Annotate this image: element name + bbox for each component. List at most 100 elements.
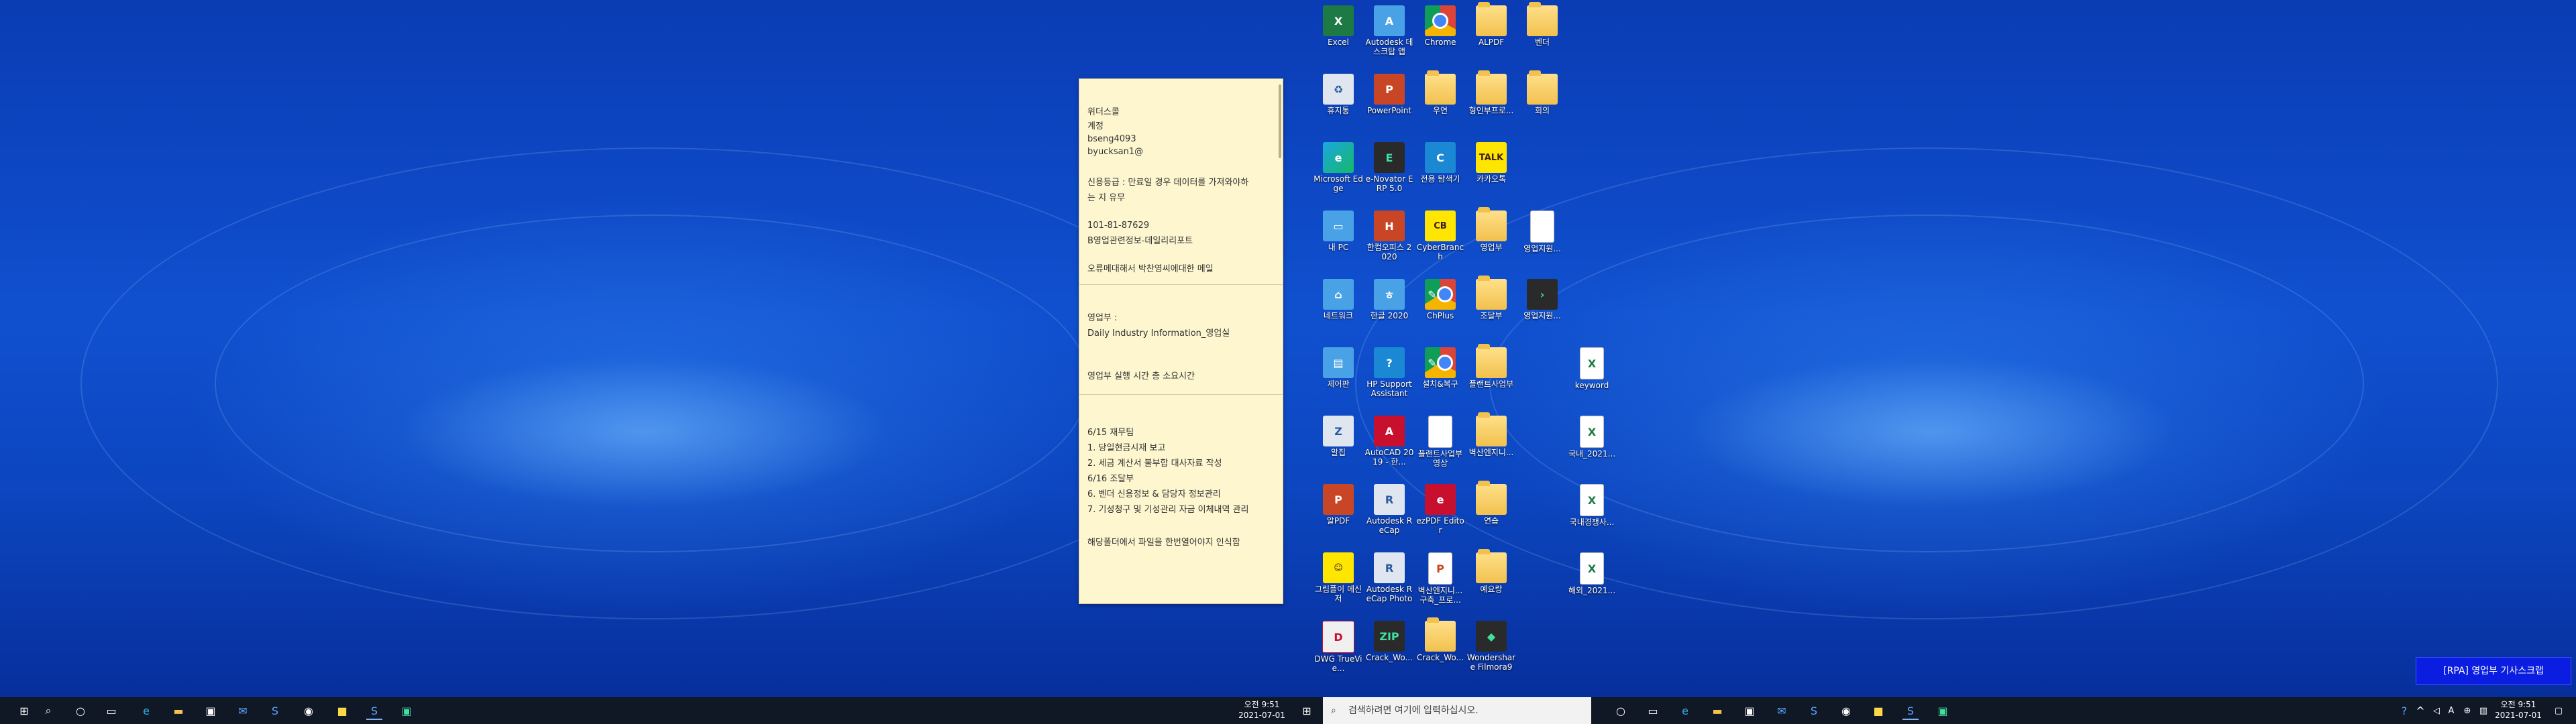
store-icon[interactable]: ▣ bbox=[203, 703, 219, 719]
desktop-icon[interactable]: X Excel bbox=[1313, 5, 1363, 47]
desktop-icon[interactable]: 형인부프로... bbox=[1466, 70, 1516, 115]
task-view-icon[interactable]: ▭ bbox=[1645, 703, 1661, 719]
desktop-icon[interactable]: A AutoCAD 2019 - 한... bbox=[1364, 416, 1414, 467]
network-icon[interactable]: ▥ bbox=[2475, 703, 2491, 719]
edge-icon[interactable]: e bbox=[1677, 703, 1693, 719]
folder-icon bbox=[1476, 549, 1507, 583]
desktop-icon[interactable]: Crack_Wo... bbox=[1415, 617, 1465, 662]
file-explorer-icon[interactable]: ▬ bbox=[170, 703, 186, 719]
search-box[interactable]: ⌕ 검색하려면 여기에 입력하십시오. bbox=[1323, 697, 1591, 724]
desktop-icon[interactable]: 벽산엔지니... bbox=[1466, 412, 1516, 457]
desktop-icon[interactable]: Chrome bbox=[1415, 5, 1465, 47]
store-icon[interactable]: ▣ bbox=[1741, 703, 1758, 719]
desktop-icon[interactable]: D DWG TrueVie... bbox=[1313, 621, 1363, 673]
desktop-icon[interactable]: 우연 bbox=[1415, 70, 1465, 115]
desktop-icon[interactable]: ✎ 설치&복구 bbox=[1415, 347, 1465, 389]
filmora-icon: ◆ bbox=[1476, 621, 1507, 652]
desktop-icon[interactable]: R Autodesk ReCap Photo bbox=[1364, 552, 1414, 603]
icon-glyph: P bbox=[1334, 493, 1342, 506]
app-icon[interactable]: S bbox=[366, 703, 382, 720]
volume-icon[interactable]: ◁ bbox=[2428, 703, 2445, 719]
desktop-icon-label: 국내_2021... bbox=[1568, 449, 1616, 459]
folder-icon bbox=[1425, 617, 1456, 652]
app-icon[interactable]: S bbox=[1806, 703, 1822, 719]
sticky-note[interactable]: 위더스콜 계정 bseng4093 byucksan1@ 신용등급 : 만료일 … bbox=[1079, 78, 1283, 604]
desktop-icon[interactable]: X 해외_2021... bbox=[1567, 552, 1617, 595]
desktop-icon[interactable]: ZIP Crack_Wo... bbox=[1364, 621, 1414, 662]
desktop-icon-label: 내 PC bbox=[1328, 243, 1349, 252]
desktop-icon[interactable]: Z 알집 bbox=[1313, 416, 1363, 457]
desktop-icon[interactable]: P PowerPoint bbox=[1364, 74, 1414, 115]
desktop-icon[interactable]: ▤ 제어판 bbox=[1313, 347, 1363, 389]
desktop-icon[interactable]: ⌂ 네트워크 bbox=[1313, 279, 1363, 320]
desktop-icon[interactable]: A Autodesk 데스크탑 앱 bbox=[1364, 5, 1414, 56]
desktop-icon[interactable]: Xkeyword bbox=[1567, 347, 1617, 390]
desktop-icon[interactable]: ▭ 내 PC bbox=[1313, 210, 1363, 252]
desktop-icon[interactable]: CB CyberBranch bbox=[1415, 210, 1465, 261]
desktop-icon[interactable]: Ee-Novator ERP 5.0 bbox=[1364, 142, 1414, 193]
desktop-icon[interactable]: e Microsoft Edge bbox=[1313, 142, 1363, 193]
input-mode-indicator[interactable]: A bbox=[2443, 703, 2459, 719]
desktop-icon[interactable]: e ezPDF Editor bbox=[1415, 484, 1465, 535]
icon-glyph: e bbox=[1334, 151, 1342, 164]
help-icon[interactable]: ? bbox=[2396, 703, 2412, 719]
desktop-icon[interactable]: ◆ Wondershare Filmora9 bbox=[1466, 621, 1516, 672]
desktop-icon[interactable]: 예요랑 bbox=[1466, 549, 1516, 594]
desktop-icon[interactable]: 플랜트사업부 bbox=[1466, 344, 1516, 389]
taskbar-clock-right[interactable]: 오전 9:51 2021-07-01 bbox=[2491, 699, 2545, 721]
desktop-icon[interactable]: 회의 bbox=[1517, 70, 1567, 115]
desktop-icon[interactable]: C 전용 탐색기 bbox=[1415, 142, 1465, 184]
desktop-icon-label: 전용 탐색기 bbox=[1420, 174, 1460, 184]
desktop-icon[interactable]: ALPDF bbox=[1466, 2, 1516, 47]
chrome-icon[interactable]: ◉ bbox=[301, 703, 317, 719]
windows-icon[interactable]: ⊞ bbox=[16, 703, 32, 719]
ime-icon[interactable]: ⊕ bbox=[2459, 703, 2475, 719]
desktop-icon-label: keyword bbox=[1574, 381, 1609, 390]
desktop-icon[interactable]: ? HP Support Assistant bbox=[1364, 347, 1414, 398]
desktop-icon-label: Microsoft Edge bbox=[1313, 174, 1363, 193]
desktop-icon[interactable]: 벤더 bbox=[1517, 2, 1567, 47]
chrome-icon[interactable]: ◉ bbox=[1838, 703, 1854, 719]
desktop-icon[interactable]: X 국내_2021... bbox=[1567, 416, 1617, 459]
sticky-notes-icon[interactable]: ■ bbox=[1870, 703, 1886, 719]
desktop-icon[interactable]: 연습 bbox=[1466, 481, 1516, 526]
desktop-icon[interactable]: ㅎ 한글 2020 bbox=[1364, 279, 1414, 320]
chevron-up-icon[interactable]: ^ bbox=[2412, 703, 2428, 719]
desktop-icon[interactable]: 영업지원... bbox=[1517, 210, 1567, 253]
desktop-icon[interactable]: P 벽산엔지니... 구축_프로... bbox=[1415, 552, 1465, 605]
mail-icon[interactable]: ✉ bbox=[235, 703, 251, 719]
notification-icon[interactable]: ▢ bbox=[2551, 703, 2567, 719]
desktop-icon[interactable]: X 국내경쟁사... bbox=[1567, 484, 1617, 527]
desktop-icon[interactable]: P 알PDF bbox=[1313, 484, 1363, 526]
app-icon[interactable]: ▣ bbox=[1935, 703, 1951, 719]
desktop-icon[interactable]: 플랜트사업부 영상 bbox=[1415, 416, 1465, 468]
desktop-icon-label: Autodesk ReCap bbox=[1366, 516, 1413, 535]
icon-glyph: e bbox=[1436, 493, 1444, 506]
windows-icon[interactable]: ⊞ bbox=[1299, 703, 1315, 719]
desktop-icon[interactable]: TALK 카카오톡 bbox=[1466, 142, 1516, 184]
file-explorer-icon[interactable]: ▬ bbox=[1709, 703, 1725, 719]
taskbar-clock-left[interactable]: 오전 9:51 2021-07-01 bbox=[1232, 699, 1292, 721]
app-icon[interactable]: ▣ bbox=[398, 703, 415, 719]
desktop-icon[interactable]: ☺ 그림플이 메신저 bbox=[1313, 552, 1363, 603]
edge-icon[interactable]: e bbox=[138, 703, 154, 719]
task-view-icon[interactable]: ▭ bbox=[103, 703, 119, 719]
excel-file-icon: X bbox=[1580, 552, 1604, 585]
desktop-icon-label: Excel bbox=[1328, 38, 1349, 47]
desktop-icon[interactable]: 조달부 bbox=[1466, 276, 1516, 320]
cortana-icon[interactable]: ○ bbox=[72, 703, 89, 719]
app-icon[interactable]: S bbox=[267, 703, 283, 719]
search-icon[interactable]: ⌕ bbox=[40, 703, 56, 719]
sticky-notes-icon[interactable]: ■ bbox=[334, 703, 350, 719]
desktop-icon[interactable]: ♻ 휴지통 bbox=[1313, 74, 1363, 115]
desktop-icon[interactable]: H 한컴오피스 2020 bbox=[1364, 210, 1414, 261]
rpa-notification[interactable]: [RPA] 영업부 기사스크랩 bbox=[2416, 657, 2571, 685]
desktop-icon[interactable]: › 영업지원... bbox=[1517, 279, 1567, 320]
app-icon[interactable]: S bbox=[1902, 703, 1919, 720]
cortana-icon[interactable]: ○ bbox=[1613, 703, 1629, 719]
desktop-icon[interactable]: R Autodesk ReCap bbox=[1364, 484, 1414, 535]
desktop-icon[interactable]: 영업부 bbox=[1466, 207, 1516, 252]
mail-icon[interactable]: ✉ bbox=[1774, 703, 1790, 719]
sticky-note-scrollbar[interactable] bbox=[1279, 84, 1281, 158]
desktop-icon[interactable]: ✎ ChPlus bbox=[1415, 279, 1465, 320]
